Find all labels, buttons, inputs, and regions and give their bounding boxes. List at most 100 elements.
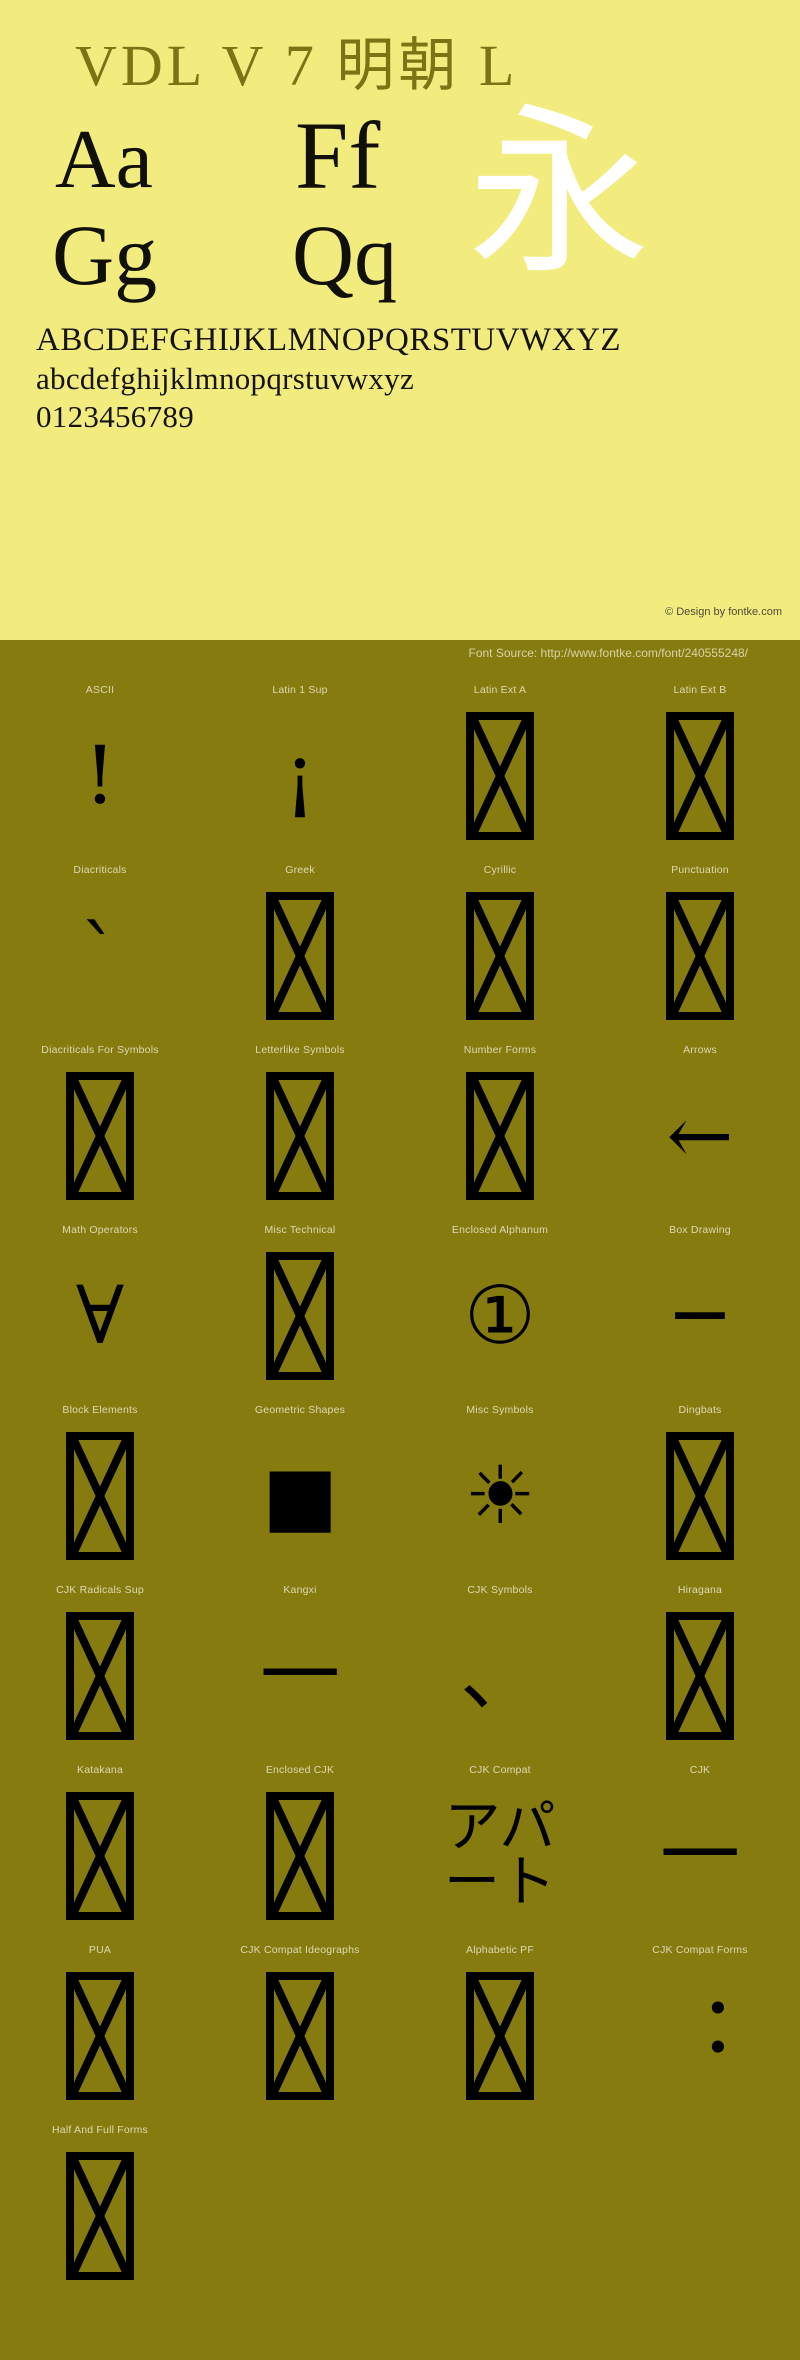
unicode-block-cell: Letterlike Symbols — [200, 1032, 400, 1212]
specimen-header: VDL V 7 明朝 L Aa Ff Gg Qq 永 ABCDEFGHIJKLM… — [0, 0, 800, 640]
unicode-block-label: Cyrillic — [483, 864, 517, 876]
unicode-block-cell: Latin Ext B — [600, 672, 800, 852]
missing-glyph-box-icon — [0, 1426, 200, 1566]
unicode-block-sample: 一 — [660, 1809, 740, 1902]
font-source-bar: Font Source: http://www.fontke.com/font/… — [468, 646, 749, 660]
unicode-block-label: Alphabetic PF — [466, 1944, 534, 1956]
alphabet-block: ABCDEFGHIJKLMNOPQRSTUVWXYZ abcdefghijklm… — [36, 320, 621, 436]
tofu-icon — [66, 1432, 134, 1560]
unicode-block-cell: Number Forms — [400, 1032, 600, 1212]
digit-sequence: 0123456789 — [36, 399, 194, 435]
unicode-block-cell: Diacriticals For Symbols — [0, 1032, 200, 1212]
sample-line: アパ — [444, 1795, 556, 1861]
unicode-block-label: Diacriticals — [73, 864, 127, 876]
missing-glyph-box-icon — [400, 1066, 600, 1206]
unicode-block-cell: Greek — [200, 852, 400, 1032]
tofu-icon — [666, 892, 734, 1020]
unicode-block-sample: ─ — [675, 1269, 725, 1362]
unicode-block-sample: ∀ — [75, 1269, 125, 1362]
glyph-pair-gg: Gg — [52, 207, 158, 303]
empty-cell — [400, 2112, 600, 2292]
unicode-block-label: Arrows — [683, 1044, 717, 1056]
missing-glyph-box-icon — [200, 1786, 400, 1926]
unicode-block-cell: CJK Compat アパ ート — [400, 1752, 600, 1932]
unicode-block-label: Hiragana — [677, 1584, 723, 1596]
missing-glyph-box-icon — [0, 1786, 200, 1926]
tofu-icon — [666, 712, 734, 840]
tofu-icon — [666, 1432, 734, 1560]
unicode-block-sample: ■ — [262, 1449, 338, 1542]
unicode-block-sample: ¡ — [283, 729, 317, 822]
unicode-block-label: CJK Radicals Sup — [56, 1584, 144, 1596]
unicode-block-cell: CJK Symbols 、 — [400, 1572, 600, 1752]
missing-glyph-box-icon — [200, 1066, 400, 1206]
copyright-notice: © Design by fontke.com — [665, 606, 782, 618]
unicode-block-sample: ☀ — [464, 1449, 536, 1542]
unicode-block-label: Diacriticals For Symbols — [41, 1044, 159, 1056]
tofu-icon — [266, 1072, 334, 1200]
glyph-pair-qq: Qq — [292, 207, 398, 303]
unicode-block-label: CJK Compat Ideographs — [240, 1944, 360, 1956]
block-row: Half And Full Forms — [0, 2112, 800, 2292]
unicode-block-cell: Diacriticals ˋ — [0, 852, 200, 1032]
unicode-block-grid: ASCII! Latin 1 Sup ¡ Latin Ext A Latin Ext B… — [0, 672, 800, 2292]
unicode-block-cell: Hiragana — [600, 1572, 800, 1752]
unicode-block-cell: CJK Compat Ideographs — [200, 1932, 400, 2112]
tofu-icon — [66, 2152, 134, 2280]
missing-glyph-box-icon — [600, 706, 800, 846]
unicode-block-label: PUA — [88, 1944, 112, 1956]
missing-glyph-box-icon — [0, 1606, 200, 1746]
missing-glyph-box-icon — [400, 1966, 600, 2106]
block-row: Diacriticals ˋ Greek Cyrillic Punctuation — [0, 852, 800, 1032]
tofu-icon — [66, 1972, 134, 2100]
unicode-block-cell: Latin 1 Sup ¡ — [200, 672, 400, 852]
missing-glyph-box-icon — [200, 886, 400, 1026]
tofu-icon — [466, 892, 534, 1020]
unicode-block-cell: Block Elements — [0, 1392, 200, 1572]
unicode-block-sample: ① — [464, 1269, 536, 1362]
glyph-pair-ff: Ff — [295, 102, 381, 209]
font-specimen-page: VDL V 7 明朝 L Aa Ff Gg Qq 永 ABCDEFGHIJKLM… — [0, 0, 800, 2360]
block-row: CJK Radicals Sup Kangxi ⼀ CJK Symbols 、 Hirag… — [0, 1572, 800, 1752]
tofu-icon — [66, 1792, 134, 1920]
unicode-block-cell: PUA — [0, 1932, 200, 2112]
missing-glyph-box-icon — [600, 1606, 800, 1746]
unicode-block-label: Punctuation — [671, 864, 729, 876]
unicode-block-label: Misc Symbols — [466, 1404, 534, 1416]
block-row: Math Operators ∀ Misc Technical Enclosed Al… — [0, 1212, 800, 1392]
unicode-block-cell: ASCII! — [0, 672, 200, 852]
missing-glyph-box-icon — [0, 1066, 200, 1206]
missing-glyph-box-icon — [200, 1246, 400, 1386]
block-row: Diacriticals For Symbols Letterlike Symbo… — [0, 1032, 800, 1212]
sample-line: ート — [444, 1850, 556, 1915]
tofu-icon — [266, 1792, 334, 1920]
unicode-block-sample: 、 — [460, 1629, 540, 1722]
unicode-block-sample: ˋ — [80, 909, 120, 1002]
block-row: PUA CJK Compat Ideographs Alphabetic PF CJK… — [0, 1932, 800, 2112]
unicode-block-cell: Geometric Shapes ■ — [200, 1392, 400, 1572]
tofu-icon — [466, 1972, 534, 2100]
tofu-icon — [266, 892, 334, 1020]
unicode-block-label: Geometric Shapes — [254, 1404, 346, 1416]
unicode-block-cell: Half And Full Forms — [0, 2112, 200, 2292]
unicode-block-cell: Misc Technical — [200, 1212, 400, 1392]
unicode-block-cell: CJK Compat Forms ︓ — [600, 1932, 800, 2112]
glyph-pair-aa: Aa — [55, 113, 153, 206]
tofu-icon — [66, 1612, 134, 1740]
unicode-block-label: Greek — [285, 864, 315, 876]
unicode-block-label: ASCII — [85, 684, 115, 696]
unicode-block-label: Block Elements — [62, 1404, 138, 1416]
missing-glyph-box-icon — [0, 2146, 200, 2286]
unicode-block-label: Latin Ext A — [473, 684, 527, 696]
unicode-block-cell: Enclosed CJK — [200, 1752, 400, 1932]
unicode-block-label: Katakana — [77, 1764, 123, 1776]
tofu-icon — [466, 712, 534, 840]
unicode-block-cell: Enclosed Alphanum ① — [400, 1212, 600, 1392]
unicode-block-cell: Arrows ← — [600, 1032, 800, 1212]
tofu-icon — [266, 1972, 334, 2100]
unicode-block-label: Kangxi — [283, 1584, 317, 1596]
tofu-icon — [466, 1072, 534, 1200]
unicode-block-label: Enclosed CJK — [265, 1764, 335, 1776]
unicode-block-label: CJK Compat — [469, 1764, 531, 1776]
unicode-block-cell: Kangxi ⼀ — [200, 1572, 400, 1752]
